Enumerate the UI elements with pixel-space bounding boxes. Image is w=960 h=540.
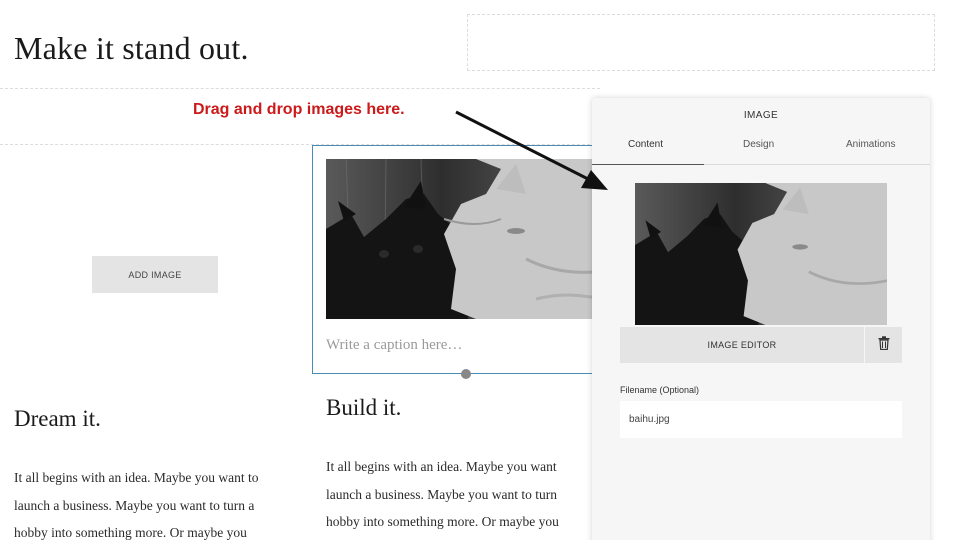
add-image-button[interactable]: ADD IMAGE — [92, 256, 218, 293]
trash-icon — [878, 335, 890, 355]
hero-title[interactable]: Make it stand out. — [14, 30, 249, 67]
column-body-build[interactable]: It all begins with an idea. Maybe you wa… — [326, 453, 592, 536]
filename-label: Filename (Optional) — [620, 385, 700, 395]
empty-block-placeholder[interactable] — [467, 14, 935, 71]
caption-field[interactable]: Write a caption here… — [326, 337, 462, 354]
image-editor-button[interactable]: IMAGE EDITOR — [620, 327, 864, 363]
filename-input[interactable] — [620, 401, 902, 438]
image-editor-bar: IMAGE EDITOR — [620, 327, 902, 363]
column-title-build[interactable]: Build it. — [326, 395, 401, 421]
selected-image-block[interactable]: Write a caption here… — [312, 145, 612, 374]
body-line: hobby into something more. Or maybe you — [14, 525, 247, 540]
tab-design[interactable]: Design — [743, 138, 774, 165]
body-line: launch a business. Maybe you want to tur… — [14, 497, 255, 513]
resize-handle[interactable] — [461, 369, 471, 379]
body-line: It all begins with an idea. Maybe you wa… — [326, 459, 557, 474]
tab-animations[interactable]: Animations — [846, 138, 895, 165]
panel-title: IMAGE — [743, 110, 779, 121]
tab-content[interactable]: Content — [592, 138, 704, 165]
drag-drop-annotation: Drag and drop images here. — [193, 101, 405, 118]
cats-photo — [326, 159, 611, 319]
panel-tabs: Content Design Animations — [592, 138, 930, 165]
image-settings-panel: IMAGE Content Design Animations IMAGE ED… — [592, 98, 930, 540]
body-line: hobby into something more. Or maybe you — [326, 514, 559, 529]
body-line: launch a business. Maybe you want to tur… — [326, 486, 557, 502]
delete-image-button[interactable] — [864, 327, 902, 363]
body-line: It all begins with an idea. Maybe you wa… — [14, 470, 259, 485]
column-body-dream[interactable]: It all begins with an idea. Maybe you wa… — [14, 464, 304, 540]
image-preview — [635, 183, 887, 325]
column-title-dream[interactable]: Dream it. — [14, 406, 101, 432]
